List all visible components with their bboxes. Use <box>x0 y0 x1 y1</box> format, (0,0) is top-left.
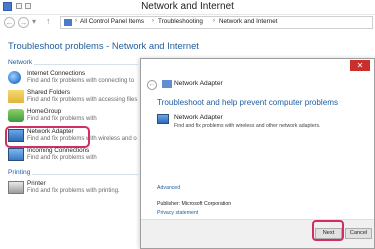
dialog-heading: Troubleshoot and help prevent computer p… <box>157 98 339 107</box>
network-adapter-icon <box>157 114 169 124</box>
printer-icon <box>8 181 24 194</box>
dialog-title: Network Adapter <box>174 80 223 87</box>
page-title: Troubleshoot problems - Network and Inte… <box>8 40 199 51</box>
list-item-homegroup[interactable]: HomeGroup Find and fix problems with <box>8 108 158 124</box>
folder-icon <box>8 90 24 103</box>
list-item-shared-folders[interactable]: Shared Folders Find and fix problems wit… <box>8 89 158 105</box>
network-adapter-highlight <box>5 126 90 148</box>
list-item-incoming-connections[interactable]: Incoming Connections Find and fix proble… <box>8 147 158 163</box>
breadcrumb-network-and-internet[interactable]: Network and Internet <box>219 18 277 25</box>
recent-pages-icon[interactable]: ▾ <box>32 17 36 26</box>
dialog-titlebar: ✕ <box>141 59 374 73</box>
troubleshooter-description: Find and fix problems with wireless and … <box>174 123 321 129</box>
dialog-back-button[interactable]: ← <box>147 80 157 90</box>
network-adapter-dialog: ✕ ← Network Adapter Troubleshoot and hel… <box>140 58 375 249</box>
privacy-statement-link[interactable]: Privacy statement <box>157 210 198 216</box>
cancel-button[interactable]: Cancel <box>345 228 372 239</box>
next-button-highlight <box>312 220 344 241</box>
globe-icon <box>8 71 21 84</box>
window-titlebar: Network and Internet <box>0 0 375 15</box>
publisher-text: Publisher: Microsoft Corporation <box>157 201 232 207</box>
network-adapter-small-icon <box>162 80 172 88</box>
forward-button[interactable]: → <box>18 17 29 28</box>
up-icon[interactable]: ↑ <box>46 16 51 26</box>
section-printing-label: Printing <box>8 169 31 176</box>
address-box[interactable]: › All Control Panel Items › Troubleshoot… <box>60 16 373 29</box>
incoming-connections-icon <box>8 148 24 161</box>
section-divider <box>34 64 138 65</box>
control-panel-small-icon <box>64 19 72 26</box>
troubleshooter-name: Network Adapter <box>174 114 223 121</box>
list-item-internet-connections[interactable]: Internet Connections Find and fix proble… <box>8 70 158 86</box>
list-item-printer[interactable]: Printer Find and fix problems with print… <box>8 180 158 196</box>
section-network-label: Network <box>8 59 33 66</box>
close-button[interactable]: ✕ <box>350 60 370 71</box>
breadcrumb-troubleshooting[interactable]: Troubleshooting <box>158 18 203 25</box>
window-title: Network and Internet <box>141 1 234 12</box>
breadcrumb-all-items[interactable]: All Control Panel Items <box>80 18 144 25</box>
address-bar-row: ← → ▾ ↑ › All Control Panel Items › Trou… <box>0 15 375 31</box>
section-divider <box>32 174 138 175</box>
back-button[interactable]: ← <box>4 17 15 28</box>
advanced-link[interactable]: Advanced <box>157 185 180 191</box>
homegroup-icon <box>8 109 24 122</box>
